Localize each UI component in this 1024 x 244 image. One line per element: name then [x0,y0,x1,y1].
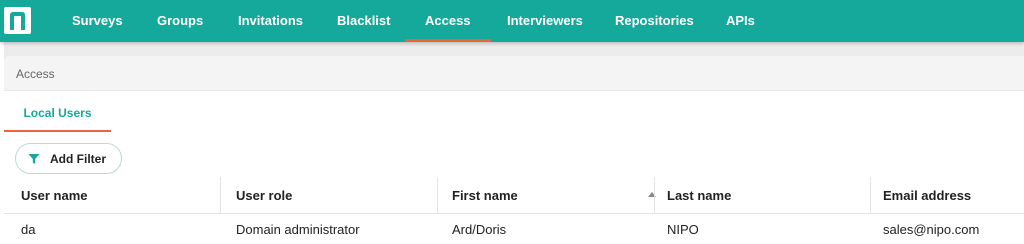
table-header: User name User role First name Last name… [4,177,1024,214]
column-divider[interactable] [220,177,221,214]
nav-item-interviewers[interactable]: Interviewers [507,0,583,42]
column-header-first-name[interactable]: First name [439,177,654,214]
content-panel: Access Local Users Add Filter User name … [4,56,1024,244]
nav-item-apis[interactable]: APIs [726,0,755,42]
nav-item-repositories[interactable]: Repositories [615,0,694,42]
page-body: Access Local Users Add Filter User name … [4,42,1024,244]
cell-first-name: Ard/Doris [452,222,507,237]
filter-icon [28,154,40,164]
column-divider[interactable] [437,177,438,214]
breadcrumb-bar: Access [4,56,1024,91]
breadcrumb: Access [16,67,55,81]
add-filter-button[interactable]: Add Filter [15,143,122,174]
nav-item-access[interactable]: Access [405,0,490,42]
nav-item-groups[interactable]: Groups [157,0,203,42]
nav-item-surveys[interactable]: Surveys [72,0,123,42]
cell-email-address: sales@nipo.com [883,222,980,237]
cell-user-name: da [21,222,36,237]
column-header-user-role[interactable]: User role [223,177,437,214]
cell-last-name: NIPO [667,222,699,237]
table-row[interactable]: da Domain administrator Ard/Doris NIPO s… [4,214,1024,244]
tab-label: Local Users [23,106,92,120]
cell-user-role: Domain administrator [236,222,360,237]
add-filter-label: Add Filter [50,152,106,166]
tab-local-users[interactable]: Local Users [4,104,111,132]
nav-item-blacklist[interactable]: Blacklist [337,0,390,42]
column-header-last-name[interactable]: Last name [654,177,870,214]
nav-item-invitations[interactable]: Invitations [238,0,303,42]
top-navigation-bar: Surveys Groups Invitations Blacklist Acc… [0,0,1024,42]
nipo-logo-icon[interactable] [4,7,31,34]
column-header-email-address[interactable]: Email address [870,177,1024,214]
column-header-user-name[interactable]: User name [8,177,220,214]
